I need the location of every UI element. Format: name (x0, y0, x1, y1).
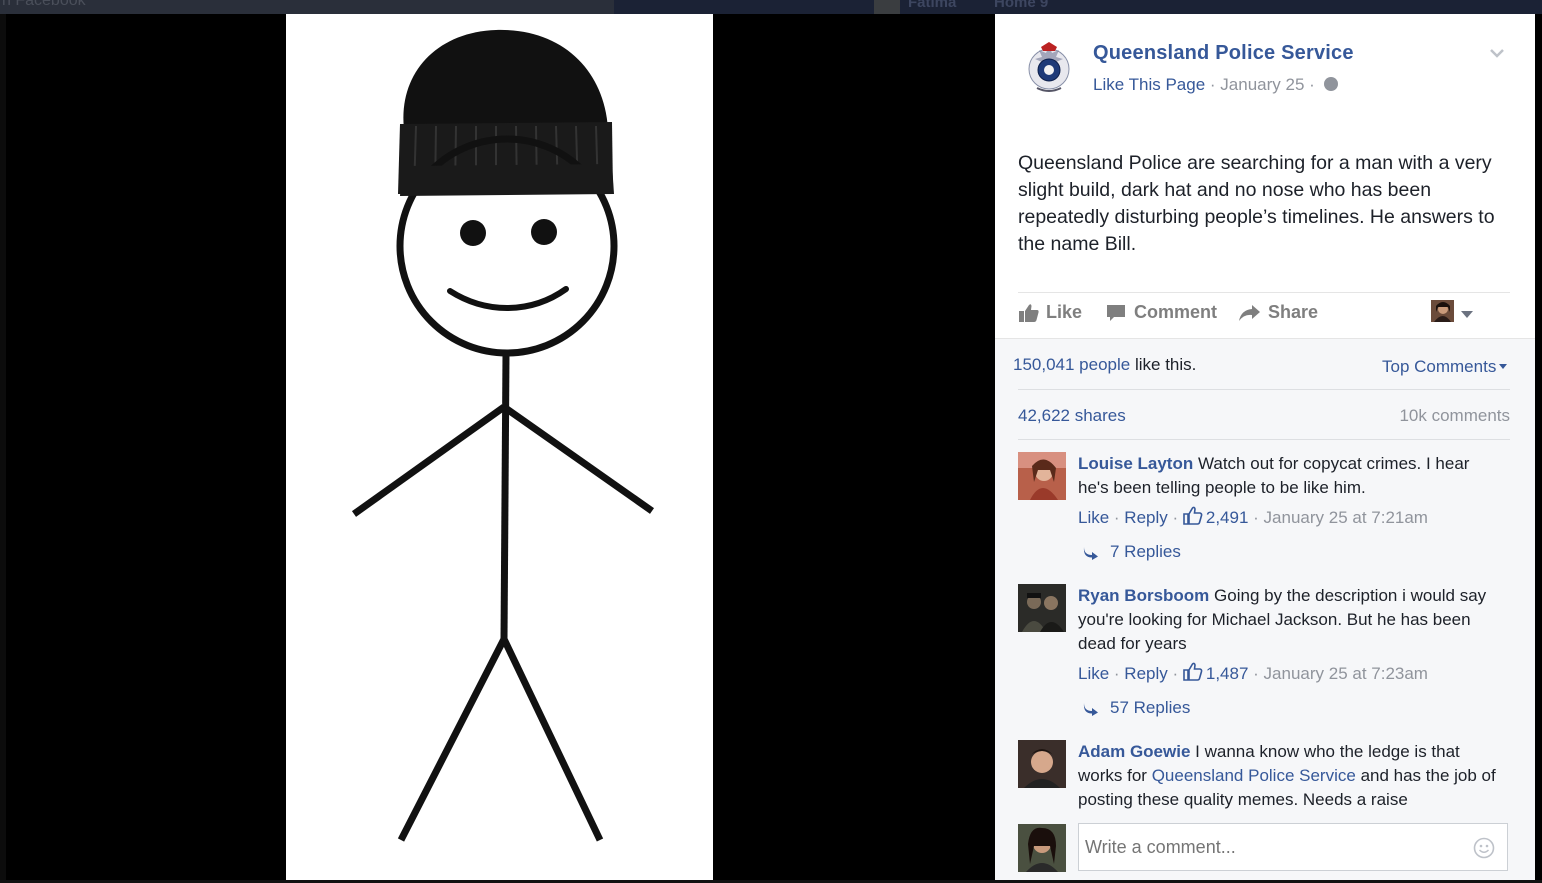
post-meta: Like This Page · January 25 · (1093, 75, 1338, 95)
chevron-down-icon[interactable] (1460, 306, 1474, 318)
background-search: h Facebook (0, 0, 614, 14)
stick-figure-image (351, 29, 655, 842)
comment-time[interactable]: January 25 at 7:23am (1264, 664, 1428, 683)
chevron-down-icon[interactable] (1489, 46, 1505, 58)
sort-label: Top Comments (1382, 357, 1497, 376)
comment-author[interactable]: Ryan Borsboom (1078, 586, 1209, 605)
comment-body: Adam Goewie I wanna know who the ledge i… (1078, 740, 1498, 812)
speech-bubble-icon (1107, 304, 1125, 321)
background-user-name: Fatima (908, 0, 957, 11)
view-replies-link[interactable]: 7 Replies (1082, 542, 1181, 562)
comment-like-button[interactable]: Like (1078, 664, 1109, 683)
like-count-value: 2,491 (1205, 508, 1249, 527)
divider (1018, 389, 1510, 390)
share-label: Share (1268, 302, 1319, 322)
avatar (1018, 824, 1066, 872)
comment-like-count[interactable]: 2,491 (1183, 506, 1249, 527)
comment-composer (995, 819, 1535, 880)
comment-like-count[interactable]: 1,487 (1183, 662, 1249, 683)
replies-count: 7 Replies (1110, 542, 1181, 561)
likes-count-link[interactable]: 150,041 people (1013, 355, 1130, 374)
divider (1018, 439, 1510, 440)
comment-sort-dropdown[interactable]: Top Comments (1382, 357, 1508, 377)
reply-arrow-icon (1083, 547, 1098, 560)
background-home-link: Home 9 (994, 0, 1049, 11)
post-header-section: Queensland Police Service Like This Page… (995, 14, 1535, 338)
comment-body: Louise Layton Watch out for copycat crim… (1078, 452, 1498, 500)
thumbs-up-icon (1183, 506, 1203, 525)
page-name-link[interactable]: Queensland Police Service (1093, 42, 1354, 65)
replies-count: 57 Replies (1110, 698, 1191, 717)
comment-actions: Like · Reply · 1,487 · January 25 at 7:2… (1078, 662, 1428, 683)
comment-button[interactable]: Comment (1106, 302, 1217, 323)
comment-time[interactable]: January 25 at 7:21am (1264, 508, 1428, 527)
comment-input[interactable] (1078, 823, 1508, 871)
like-page-link[interactable]: Like This Page (1093, 75, 1205, 94)
divider (1018, 292, 1510, 293)
background-top-bar: h Facebook Fatima Home 9 (0, 0, 1542, 14)
likes-summary: 150,041 people like this. (1013, 355, 1196, 375)
comment-item: Louise Layton Watch out for copycat crim… (1018, 452, 1498, 572)
comment-item: Adam Goewie I wanna know who the ledge i… (1018, 740, 1498, 816)
chevron-down-icon (1499, 364, 1508, 369)
avatar[interactable] (1018, 452, 1066, 500)
post-date[interactable]: January 25 (1220, 75, 1304, 94)
comment-like-button[interactable]: Like (1078, 508, 1109, 527)
thumbs-up-icon (1019, 303, 1039, 322)
like-count-value: 1,487 (1205, 664, 1249, 683)
comment-body: Ryan Borsboom Going by the description i… (1078, 584, 1498, 656)
globe-icon (1323, 77, 1338, 91)
comments-count[interactable]: 10k comments (1399, 406, 1510, 426)
comment-reply-button[interactable]: Reply (1124, 508, 1167, 527)
viewer-avatar[interactable] (1431, 300, 1454, 322)
thumbs-up-icon (1183, 662, 1203, 681)
feedback-section: 150,041 people like this. Top Comments 4… (995, 338, 1535, 880)
right-border (1535, 14, 1542, 883)
avatar[interactable] (1018, 584, 1066, 632)
post-sidebar: Queensland Police Service Like This Page… (995, 14, 1535, 880)
page-logo-icon[interactable] (1021, 38, 1077, 94)
view-replies-link[interactable]: 57 Replies (1082, 698, 1190, 718)
comment-actions: Like · Reply · 2,491 · January 25 at 7:2… (1078, 506, 1428, 527)
comment-label: Comment (1134, 302, 1218, 322)
like-button[interactable]: Like (1018, 302, 1082, 323)
likes-suffix: like this. (1130, 355, 1197, 374)
post-photo[interactable] (286, 14, 713, 880)
share-arrow-icon (1239, 304, 1260, 321)
background-avatar (874, 0, 900, 14)
meta-separator: · (1309, 75, 1315, 94)
smiley-icon[interactable] (1473, 837, 1495, 859)
reply-arrow-icon (1083, 703, 1098, 716)
comment-reply-button[interactable]: Reply (1124, 664, 1167, 683)
meta-separator: · (1209, 75, 1216, 94)
shares-link[interactable]: 42,622 shares (1018, 406, 1126, 426)
share-button[interactable]: Share (1238, 302, 1318, 323)
mentioned-page-link[interactable]: Queensland Police Service (1152, 766, 1356, 785)
like-label: Like (1046, 302, 1083, 322)
comment-author[interactable]: Adam Goewie (1078, 742, 1190, 761)
post-message: Queensland Police are searching for a ma… (1018, 152, 1495, 255)
comment-item: Ryan Borsboom Going by the description i… (1018, 584, 1498, 724)
comment-author[interactable]: Louise Layton (1078, 454, 1193, 473)
avatar[interactable] (1018, 740, 1066, 788)
